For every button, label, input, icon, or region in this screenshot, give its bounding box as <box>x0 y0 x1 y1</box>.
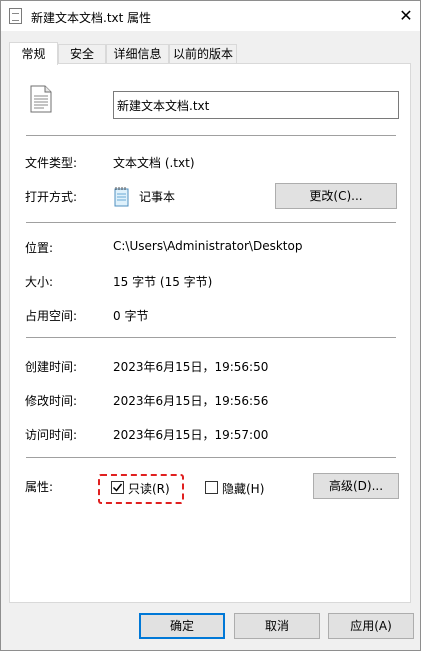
modified-value: 2023年6月15日，19:56:56 <box>113 394 269 408</box>
change-button[interactable]: 更改(C)... <box>275 183 397 209</box>
created-label: 创建时间: <box>25 360 78 374</box>
created-value: 2023年6月15日，19:56:50 <box>113 360 269 374</box>
attributes-label: 属性: <box>25 480 54 494</box>
tab-label: 安全 <box>69 47 94 61</box>
readonly-checkbox[interactable] <box>111 481 124 494</box>
location-value: C:\Users\Administrator\Desktop <box>113 239 303 253</box>
size-on-disk-value: 0 字节 <box>113 309 149 323</box>
hidden-checkbox[interactable] <box>205 481 218 494</box>
size-value: 15 字节 (15 字节) <box>113 275 213 289</box>
divider <box>26 337 396 338</box>
divider <box>26 457 396 458</box>
type-value: 文本文档 (.txt) <box>113 156 195 170</box>
size-on-disk-label: 占用空间: <box>25 309 78 323</box>
divider <box>26 222 396 223</box>
document-icon <box>9 8 22 24</box>
tab-label: 以前的版本 <box>172 47 233 61</box>
opens-with-value: 记事本 <box>139 190 176 204</box>
tab-previous-versions[interactable]: 以前的版本 <box>169 44 237 64</box>
window-title: 新建文本文档.txt 属性 <box>31 11 152 25</box>
divider <box>26 135 396 136</box>
close-button[interactable]: ✕ <box>392 1 420 31</box>
opens-with-label: 打开方式: <box>25 190 78 204</box>
tab-label: 常规 <box>21 47 46 61</box>
modified-label: 修改时间: <box>25 394 78 408</box>
cancel-button[interactable]: 取消 <box>234 613 320 639</box>
apply-button[interactable]: 应用(A) <box>328 613 414 639</box>
tab-label: 详细信息 <box>113 47 162 61</box>
file-name-input[interactable] <box>113 91 399 119</box>
accessed-value: 2023年6月15日，19:57:00 <box>113 428 269 442</box>
properties-dialog: 新建文本文档.txt 属性 ✕ 常规 安全 详细信息 以前的版本 新建文本文档.… <box>0 0 421 651</box>
ok-button[interactable]: 确定 <box>139 613 225 639</box>
close-icon: ✕ <box>399 6 413 25</box>
notepad-icon <box>114 187 129 207</box>
general-panel: 文件类型: 文本文档 (.txt) 打开方式: 记事本 更改(C)... 位置:… <box>9 63 411 603</box>
tab-details[interactable]: 详细信息 <box>106 44 169 64</box>
checkmark-icon <box>112 483 123 492</box>
hidden-label[interactable]: 隐藏(H) <box>222 480 264 497</box>
advanced-button[interactable]: 高级(D)... <box>313 473 399 499</box>
location-label: 位置: <box>25 241 54 255</box>
title-bar[interactable]: 新建文本文档.txt 属性 ✕ <box>1 1 420 31</box>
tab-security[interactable]: 安全 <box>58 44 106 64</box>
readonly-label[interactable]: 只读(R) <box>128 480 170 497</box>
text-file-icon <box>30 85 52 113</box>
size-label: 大小: <box>25 275 54 289</box>
type-label: 文件类型: <box>25 156 78 170</box>
tab-general[interactable]: 常规 <box>9 42 58 65</box>
accessed-label: 访问时间: <box>25 428 78 442</box>
